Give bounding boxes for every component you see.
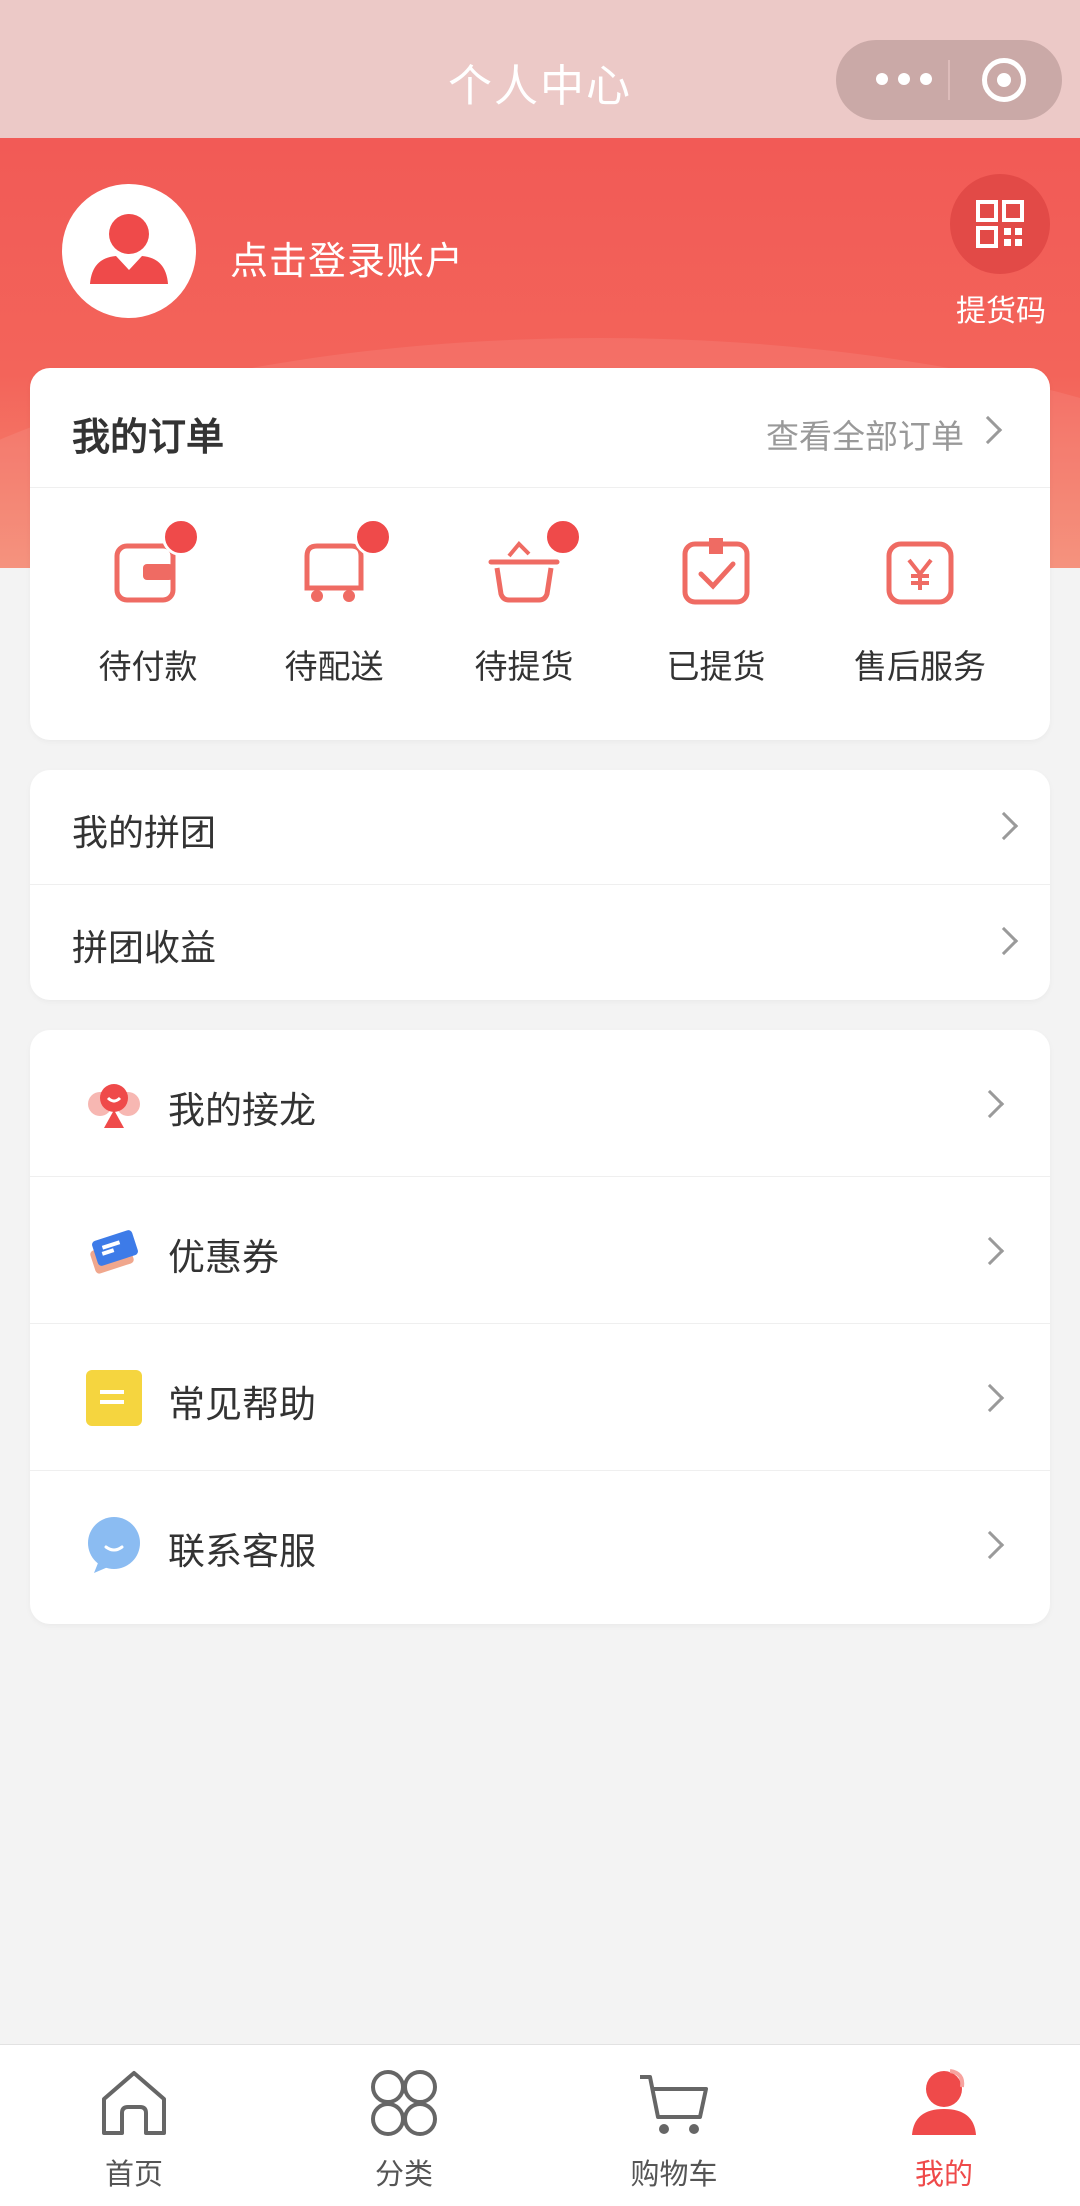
list-item-label: 优惠券 [168,1236,279,1279]
help-note-icon [86,1370,142,1426]
chat-bubble-icon [88,1517,140,1573]
list-item-label: 常见帮助 [168,1383,316,1426]
orders-title: 我的订单 [72,415,225,459]
faq-help-row[interactable]: 常见帮助 [30,1324,1050,1471]
top-navbar: 个人中心 [0,0,1080,138]
category-icon [371,2070,437,2136]
order-status-label: 售后服务 [854,647,986,686]
order-pending-payment[interactable]: 待付款 [58,488,238,740]
menu-label: 拼团收益 [72,928,217,969]
avatar[interactable] [62,184,196,318]
more-icon[interactable] [876,73,936,87]
group-buy-earnings-row[interactable]: 拼团收益 [30,885,1050,1000]
relay-icon [88,1084,140,1128]
tab-category[interactable]: 分类 [314,2045,494,2206]
group-buy-card: 我的拼团 拼团收益 [30,770,1050,1000]
qr-code-icon [976,200,1024,248]
chevron-right-icon [989,926,1019,956]
capsule-divider [948,60,950,100]
chevron-right-icon [973,415,1003,445]
services-card: 我的接龙 优惠券 常见帮助 联系客服 [30,1030,1050,1624]
order-status-label: 待提货 [474,647,574,686]
order-after-sales[interactable]: 售后服务 [830,488,1010,740]
received-box-icon [682,538,750,605]
order-status-row: 待付款 待配送 待提货 已提货 售后服务 [30,488,1050,740]
chevron-right-icon [975,1530,1005,1560]
login-link[interactable]: 点击登录账户 [230,230,464,285]
tab-label: 购物车 [630,2157,718,2191]
badge-dot [544,518,582,556]
orders-header[interactable]: 我的订单 查看全部订单 [30,368,1050,488]
chevron-right-icon [989,811,1019,841]
tab-label: 我的 [914,2157,973,2191]
after-sales-yen-icon [886,541,954,605]
order-status-label: 已提货 [666,647,766,686]
home-icon [102,2071,166,2135]
menu-label: 我的拼团 [72,813,217,854]
orders-card: 我的订单 查看全部订单 待付款 待配送 待提货 已提货 售后服务 [30,368,1050,740]
tab-mine[interactable]: 我的 [854,2045,1034,2206]
order-status-label: 待配送 [284,647,384,686]
order-status-label: 待付款 [98,647,198,686]
coupon-icon [90,1230,138,1274]
user-avatar-icon [90,214,168,284]
bottom-tab-bar: 首页 分类 购物车 我的 [0,2044,1080,2206]
cart-icon [640,2075,708,2134]
user-icon [912,2069,976,2135]
my-relay-row[interactable]: 我的接龙 [30,1030,1050,1177]
qr-code-label[interactable]: 提货码 [946,286,1056,330]
tab-home[interactable]: 首页 [44,2045,224,2206]
chevron-right-icon [975,1383,1005,1413]
badge-dot [162,518,200,556]
contact-support-row[interactable]: 联系客服 [30,1471,1050,1618]
order-pending-pickup[interactable]: 待提货 [434,488,614,740]
tab-cart[interactable]: 购物车 [584,2045,764,2206]
chevron-right-icon [975,1236,1005,1266]
tab-label: 首页 [104,2157,163,2191]
tab-label: 分类 [374,2157,433,2191]
order-pending-delivery[interactable]: 待配送 [244,488,424,740]
qr-code-button[interactable] [950,174,1050,274]
close-target-icon[interactable] [982,58,1026,102]
order-picked-up[interactable]: 已提货 [626,488,806,740]
list-item-label: 我的接龙 [168,1089,316,1132]
list-item-label: 联系客服 [168,1530,316,1573]
chevron-right-icon [975,1089,1005,1119]
coupons-row[interactable]: 优惠券 [30,1177,1050,1324]
mini-program-capsule [836,40,1062,120]
my-group-buy-row[interactable]: 我的拼团 [30,770,1050,885]
badge-dot [354,518,392,556]
view-all-orders-link[interactable]: 查看全部订单 [766,410,964,458]
